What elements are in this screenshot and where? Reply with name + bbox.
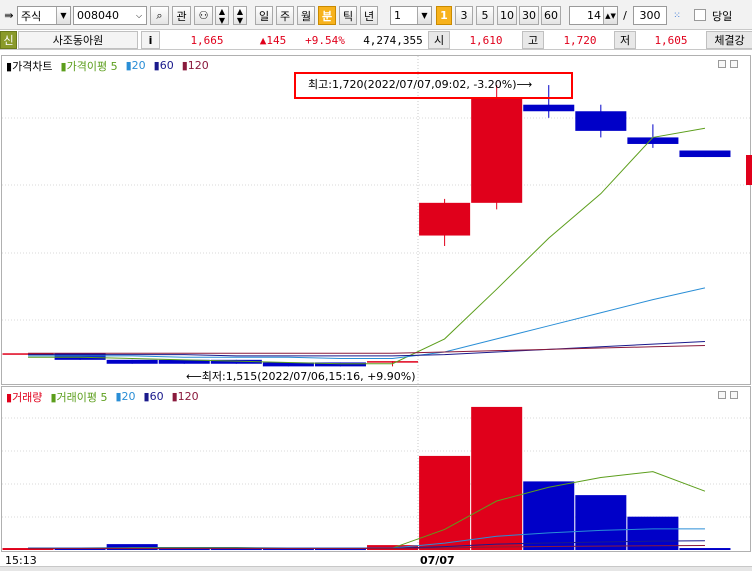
volume-bar [158, 549, 210, 551]
volume-bar [314, 549, 366, 551]
candle-body [367, 361, 419, 363]
candle-body [419, 202, 471, 236]
candle-body [106, 359, 158, 364]
candle-body [523, 104, 575, 112]
volume-bar [627, 516, 679, 550]
volume-bar [210, 549, 262, 551]
volume-bar [471, 406, 523, 550]
candle-body [471, 98, 523, 203]
volume-bar [262, 549, 314, 551]
candle-body [575, 111, 627, 131]
current-price-marker [746, 155, 752, 185]
volume-bar [679, 548, 731, 550]
chart-scrollbar[interactable] [0, 566, 752, 571]
candle-body [679, 150, 731, 158]
min-price-note: ⟵최저:1,515(2022/07/06,15:16, +9.90%) [186, 370, 416, 383]
price-panel-frame [1, 55, 751, 385]
max-price-note: 최고:1,720(2022/07/07,09:02, -3.20%)⟶ [308, 78, 533, 91]
price-ma-line [28, 127, 706, 365]
candle-body [627, 137, 679, 144]
